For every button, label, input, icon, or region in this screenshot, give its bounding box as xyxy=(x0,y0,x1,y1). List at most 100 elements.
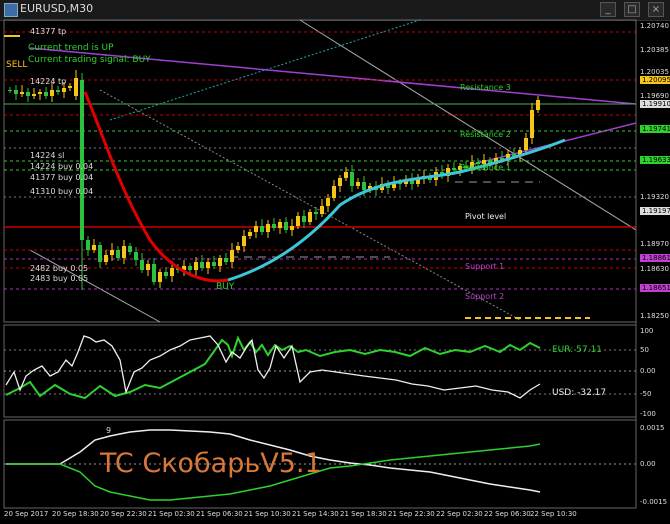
price-tick-2: 1.20385 xyxy=(640,46,669,54)
candle-body xyxy=(68,86,72,88)
candle-body xyxy=(524,138,528,150)
candle-body xyxy=(116,250,120,258)
candle-body xyxy=(308,212,312,222)
candle-body xyxy=(536,100,540,110)
time-tick-5: 21 Sep 06:30 xyxy=(196,510,243,518)
time-tick-4: 21 Sep 02:30 xyxy=(148,510,195,518)
candle-body xyxy=(146,264,150,270)
price-tick-5: 1.19320 xyxy=(640,193,669,201)
ind2-scale-top: 0.0015 xyxy=(640,424,665,432)
watermark-text: TC СкобарьV5.1 xyxy=(100,448,322,479)
candle-body xyxy=(188,266,192,270)
candle-body xyxy=(272,224,276,228)
candle-body xyxy=(140,260,144,270)
candle-body xyxy=(86,240,90,250)
candle-body xyxy=(26,92,30,96)
price-tick-4: 1.19690 xyxy=(640,92,669,100)
resistance2-label: Resistance 2 xyxy=(460,130,511,139)
pivot-label: Pivot level xyxy=(465,212,507,221)
candle-body xyxy=(266,224,270,232)
candle-body xyxy=(92,245,96,250)
ind2-counter-label: 9 xyxy=(106,426,112,435)
time-tick-3: 20 Sep 22:30 xyxy=(100,510,147,518)
eur-strength-line xyxy=(5,335,541,400)
candle-body xyxy=(110,250,114,255)
ind2-scale-zero: 0.00 xyxy=(640,460,656,468)
time-tick-1: 20 Sep 2017 xyxy=(4,510,49,518)
buy-marker: BUY xyxy=(216,282,235,292)
order-label-4: 41377 buy 0.04 xyxy=(30,173,94,182)
candle-body xyxy=(98,245,102,262)
signal-text: Current trading signal: BUY xyxy=(28,55,151,65)
candle-body xyxy=(104,255,108,262)
candle-body xyxy=(242,236,246,246)
price-tick-6: 1.18970 xyxy=(640,240,669,248)
candle-body xyxy=(320,206,324,214)
order-label-7: 2483 buy 0.05 xyxy=(30,274,89,283)
candle-body xyxy=(254,226,258,232)
candle-body xyxy=(134,252,138,260)
candle-body xyxy=(302,216,306,222)
candle-body xyxy=(290,226,294,230)
candle-body xyxy=(74,78,78,96)
candle-body xyxy=(236,246,240,250)
price-tick-8: 1.18250 xyxy=(640,312,669,320)
price-tag-6: 1.18861 xyxy=(640,254,670,262)
chart-canvas[interactable] xyxy=(0,0,670,524)
candle-body xyxy=(278,222,282,228)
candle-body xyxy=(128,246,132,252)
ind1-scale-neg50: -50 xyxy=(640,390,652,398)
ind2-scale-bottom: -0.0015 xyxy=(640,498,668,506)
candle-body xyxy=(62,88,66,92)
time-tick-2: 20 Sep 18:30 xyxy=(52,510,99,518)
time-tick-11: 22 Sep 06:30 xyxy=(484,510,531,518)
candle-body xyxy=(164,272,168,276)
candle-body xyxy=(32,94,36,96)
order-label-3: 14224 buy 0.04 xyxy=(30,162,94,171)
candle-body xyxy=(44,92,48,96)
candle-body xyxy=(296,216,300,226)
price-tag-5: 1.19197 xyxy=(640,207,670,215)
candle-body xyxy=(248,232,252,236)
candle-body xyxy=(338,178,342,186)
ind1-scale-100: 100 xyxy=(640,327,654,335)
order-label-5: 41310 buy 0.04 xyxy=(30,187,94,196)
candle-body xyxy=(530,110,534,138)
sell-marker: SELL xyxy=(6,60,28,70)
candle-body xyxy=(38,92,42,94)
candle-body xyxy=(206,262,210,268)
trendline-dotted xyxy=(99,89,521,321)
eur-strength-label: EUR: 57.11 xyxy=(552,345,602,355)
candle-body xyxy=(122,246,126,258)
candle-body xyxy=(14,90,18,94)
candle-body xyxy=(218,258,222,266)
price-tick-3: 1.20035 xyxy=(640,68,669,76)
order-label-2: 14224 sl xyxy=(30,151,65,160)
price-tag-7: 1.18651 xyxy=(640,284,670,292)
top-tp-label: 41377 tp xyxy=(30,27,67,36)
candle-body xyxy=(152,264,156,282)
resistance3-label: Resistance 3 xyxy=(460,83,511,92)
candle-body xyxy=(224,258,228,262)
order-label-6: 2482 buy 0.05 xyxy=(30,264,89,273)
candle-body xyxy=(230,250,234,262)
price-tag-3: 1.19741 xyxy=(640,125,670,133)
price-tag-2: 1.19910 xyxy=(640,100,670,108)
time-tick-6: 21 Sep 10:30 xyxy=(244,510,291,518)
time-tick-12: 22 Sep 10:30 xyxy=(530,510,577,518)
candle-body xyxy=(362,182,366,190)
candle-body xyxy=(314,212,318,214)
candle-body xyxy=(260,226,264,232)
resistance1-label: Resistance 1 xyxy=(460,163,511,172)
time-tick-8: 21 Sep 18:30 xyxy=(340,510,387,518)
price-tick-1: 1.20740 xyxy=(640,22,669,30)
candle-body xyxy=(170,268,174,276)
time-tick-7: 21 Sep 14:30 xyxy=(292,510,339,518)
candle-body xyxy=(194,262,198,270)
candle-body xyxy=(80,80,84,235)
candle-body xyxy=(20,92,24,94)
candle-body xyxy=(50,90,54,96)
candle-body xyxy=(158,272,162,282)
ind1-scale-neg100: -100 xyxy=(640,410,656,418)
candle-body xyxy=(452,168,456,170)
